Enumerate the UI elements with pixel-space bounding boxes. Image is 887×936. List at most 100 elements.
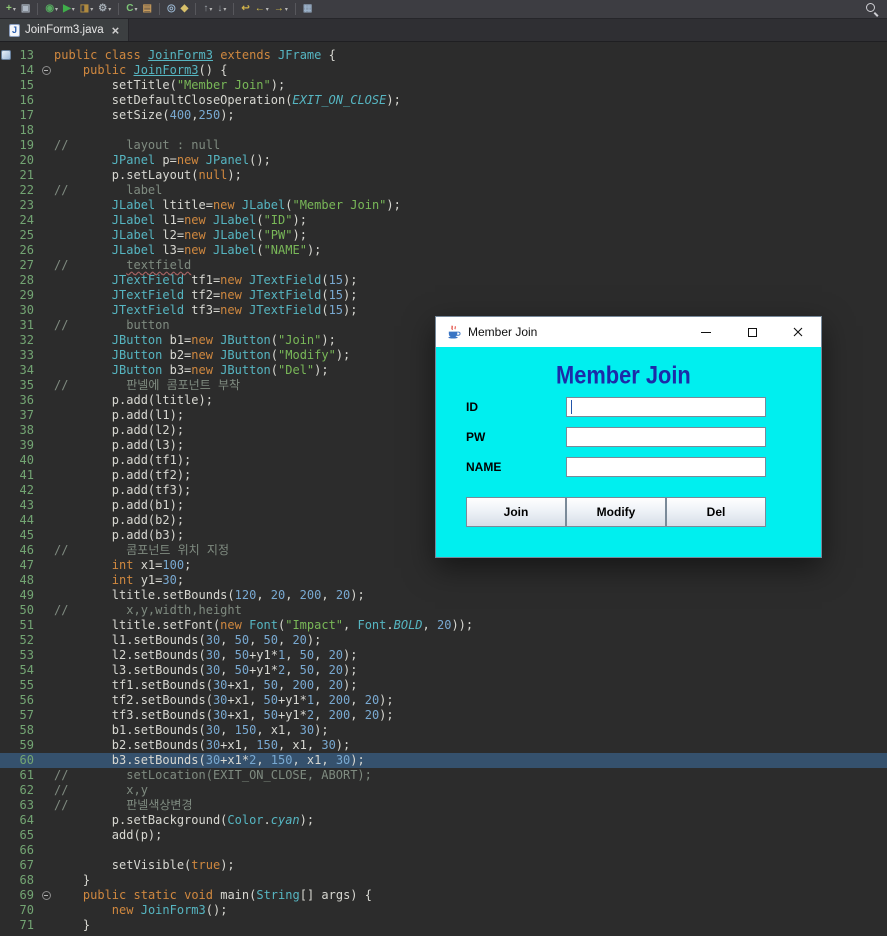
code-line-22[interactable]: 22 // label [0,183,887,198]
code-line-13[interactable]: 13 public class JoinForm3 extends JFrame … [0,48,887,63]
external-tools-icon[interactable]: ⚙ ▾ [96,1,113,17]
code-line-28[interactable]: 28 JTextField tf1=new JTextField(15); [0,273,887,288]
pw-input[interactable] [566,427,766,447]
code-text: // 판넬색상변경 [54,798,193,812]
code-text: ltitle.setFont(new Font("Impact", Font.B… [54,618,474,632]
line-number: 19 [19,138,34,152]
code-line-17[interactable]: 17 setSize(400,250); [0,108,887,123]
code-line-54[interactable]: 54 l3.setBounds(30, 50+y1*2, 50, 20); [0,663,887,678]
fold-column [38,513,54,528]
code-line-53[interactable]: 53 l2.setBounds(30, 50+y1*1, 50, 20); [0,648,887,663]
toolbar-search-icon[interactable] [864,1,880,17]
code-line-29[interactable]: 29 JTextField tf2=new JTextField(15); [0,288,887,303]
code-line-66[interactable]: 66 [0,843,887,858]
code-line-59[interactable]: 59 b2.setBounds(30+x1, 150, x1, 30); [0,738,887,753]
line-number: 33 [19,348,34,362]
line-number: 13 [19,48,34,62]
open-type-icon[interactable]: ◎ [165,1,178,17]
toolbar-separator [294,3,296,15]
run-icon[interactable]: ▶ ▾ [61,1,77,17]
window-titlebar[interactable]: Member Join [436,317,821,347]
code-line-51[interactable]: 51 ltitle.setFont(new Font("Impact", Fon… [0,618,887,633]
code-line-55[interactable]: 55 tf1.setBounds(30+x1, 50, 200, 20); [0,678,887,693]
save-icon[interactable]: ▣ [19,1,32,17]
minimize-button[interactable] [683,317,729,347]
code-line-48[interactable]: 48 int y1=30; [0,573,887,588]
code-line-67[interactable]: 67 setVisible(true); [0,858,887,873]
code-line-50[interactable]: 50 // x,y,width,height [0,603,887,618]
code-line-15[interactable]: 15 setTitle("Member Join"); [0,78,887,93]
next-annotation-icon[interactable]: ↓ ▾ [215,1,228,17]
tab-close-icon[interactable]: × [112,24,120,37]
fold-column [38,738,54,753]
code-text: // layout : null [54,138,221,152]
new-wizard-icon[interactable]: + ▾ [4,1,18,17]
last-edit-location-icon[interactable]: ↩ [239,1,251,17]
name-input[interactable] [566,457,766,477]
prev-annotation-icon[interactable]: ↑ ▾ [201,1,214,17]
code-line-70[interactable]: 70 new JoinForm3(); [0,903,887,918]
tab-joinform3-java[interactable]: J JoinForm3.java × [0,19,130,41]
code-line-62[interactable]: 62 // x,y [0,783,887,798]
code-line-47[interactable]: 47 int x1=100; [0,558,887,573]
code-text: JTextField tf3=new JTextField(15); [111,303,358,317]
fold-column [38,78,54,93]
code-text: JButton b1=new JButton("Join"); [111,333,336,347]
line-number: 53 [19,648,34,662]
id-input[interactable] [566,397,766,417]
line-number: 32 [19,333,34,347]
debug-icon[interactable]: ◉ ▾ [43,1,60,17]
fold-column [38,318,54,333]
line-number: 27 [19,258,34,272]
code-text: // textfield [54,258,192,272]
new-class-icon[interactable]: C ▾ [124,1,139,17]
code-line-21[interactable]: 21 p.setLayout(null); [0,168,887,183]
code-line-14[interactable]: 14 public JoinForm3() { [0,63,887,78]
code-line-65[interactable]: 65 add(p); [0,828,887,843]
code-line-61[interactable]: 61 // setLocation(EXIT_ON_CLOSE, ABORT); [0,768,887,783]
code-line-60[interactable]: 60 b3.setBounds(30+x1*2, 150, x1, 30); [0,753,887,768]
code-line-23[interactable]: 23 JLabel ltitle=new JLabel("Member Join… [0,198,887,213]
close-button[interactable] [775,317,821,347]
code-line-64[interactable]: 64 p.setBackground(Color.cyan); [0,813,887,828]
code-line-68[interactable]: 68 } [0,873,887,888]
line-number: 39 [19,438,34,452]
code-line-27[interactable]: 27 // textfield [0,258,887,273]
code-line-71[interactable]: 71 } [0,918,887,933]
new-package-icon[interactable]: ▤ [140,1,153,17]
maximize-button[interactable] [729,317,775,347]
code-line-69[interactable]: 69 public static void main(String[] args… [0,888,887,903]
line-number: 50 [19,603,34,617]
fold-column [38,393,54,408]
code-line-24[interactable]: 24 JLabel l1=new JLabel("ID"); [0,213,887,228]
fold-collapse-icon[interactable] [41,66,51,75]
line-number: 49 [19,588,34,602]
line-number: 48 [19,573,34,587]
code-line-19[interactable]: 19 // layout : null [0,138,887,153]
code-line-26[interactable]: 26 JLabel l3=new JLabel("NAME"); [0,243,887,258]
code-line-57[interactable]: 57 tf3.setBounds(30+x1, 50+y1*2, 200, 20… [0,708,887,723]
gutter-marker-column [0,918,12,933]
code-line-58[interactable]: 58 b1.setBounds(30, 150, x1, 30); [0,723,887,738]
fold-column [38,423,54,438]
code-text: setSize(400,250); [54,108,235,122]
file-search-icon[interactable]: ◆ [179,1,191,17]
gutter-marker-column [0,48,12,63]
fold-collapse-icon[interactable] [41,891,51,900]
back-icon[interactable]: ← ▾ [253,1,271,17]
code-line-25[interactable]: 25 JLabel l2=new JLabel("PW"); [0,228,887,243]
code-line-49[interactable]: 49 ltitle.setBounds(120, 20, 200, 20); [0,588,887,603]
code-line-18[interactable]: 18 [0,123,887,138]
coverage-icon[interactable]: ◨ ▾ [78,1,95,17]
code-line-20[interactable]: 20 JPanel p=new JPanel(); [0,153,887,168]
code-line-63[interactable]: 63 // 판넬색상변경 [0,798,887,813]
join-button[interactable]: Join [466,497,566,527]
open-perspective-icon[interactable]: ▦ [301,1,314,17]
forward-icon[interactable]: → ▾ [272,1,290,17]
modify-button[interactable]: Modify [566,497,666,527]
del-button[interactable]: Del [666,497,766,527]
code-line-16[interactable]: 16 setDefaultCloseOperation(EXIT_ON_CLOS… [0,93,887,108]
code-text: // button [54,318,170,332]
code-line-56[interactable]: 56 tf2.setBounds(30+x1, 50+y1*1, 200, 20… [0,693,887,708]
code-line-52[interactable]: 52 l1.setBounds(30, 50, 50, 20); [0,633,887,648]
